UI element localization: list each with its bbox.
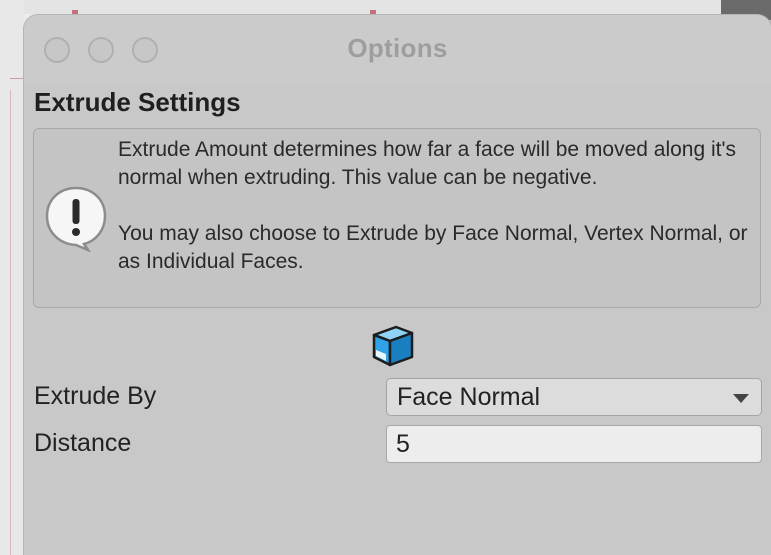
help-paragraph: You may also choose to Extrude by Face N… [118, 222, 748, 273]
extrude-cube-icon [372, 325, 414, 367]
scene-guide-tick [10, 78, 24, 79]
exclamation-speech-icon [45, 186, 107, 252]
help-paragraph: Extrude Amount determines how far a face… [118, 138, 736, 189]
distance-value: 5 [396, 430, 410, 458]
scene-view-left-edge [0, 0, 24, 555]
scene-view-top-edge [0, 0, 771, 16]
chevron-down-icon [733, 394, 749, 403]
help-text: Extrude Amount determines how far a face… [118, 136, 758, 276]
extrude-by-dropdown[interactable]: Face Normal [386, 378, 762, 416]
scene-guide-line [10, 90, 11, 555]
section-title: Extrude Settings [34, 87, 241, 117]
help-box: Extrude Amount determines how far a face… [33, 128, 761, 308]
extrude-by-row: Extrude By Face Normal [34, 378, 762, 418]
extrude-by-value: Face Normal [397, 383, 541, 411]
distance-field[interactable]: 5 [386, 425, 762, 463]
distance-row: Distance 5 [34, 425, 762, 465]
window-title: Options [347, 33, 448, 63]
extrude-by-label: Extrude By [34, 382, 157, 410]
options-window: Options Extrude Settings Extrude Amount … [24, 15, 771, 555]
distance-label: Distance [34, 429, 132, 457]
screen: Options Extrude Settings Extrude Amount … [0, 0, 771, 555]
window-titlebar[interactable]: Options [24, 15, 771, 83]
